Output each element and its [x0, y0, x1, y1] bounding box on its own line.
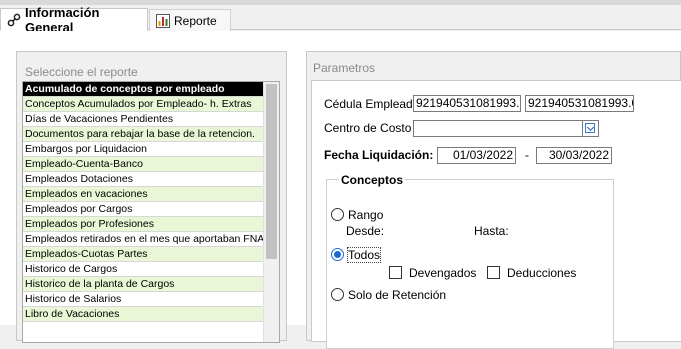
list-item[interactable]: Historico de Cargos — [23, 262, 264, 277]
cedula-label: Cédula Empleado: — [324, 97, 423, 111]
list-item[interactable]: Empleados Dotaciones — [23, 172, 264, 187]
list-item[interactable]: Conceptos Acumulados por Empleado- h. Ex… — [23, 97, 264, 112]
deducciones-checkbox[interactable] — [487, 266, 500, 279]
cedula-to-field[interactable]: 921940531081993.0 — [525, 95, 634, 112]
conceptos-group: Conceptos Rango Desde: Hasta: Todos Deve… — [326, 173, 614, 349]
list-item[interactable]: Historico de Salarios — [23, 292, 264, 307]
bar-chart-icon — [156, 13, 170, 28]
devengados-label[interactable]: Devengados — [409, 266, 476, 280]
list-item[interactable]: Embargos por Liquidacion — [23, 142, 264, 157]
tab-bar: Información General Reporte — [0, 5, 681, 35]
network-icon — [7, 13, 21, 27]
cedula-from-field[interactable]: 921940531081993.0 — [413, 95, 521, 112]
rango-radio[interactable] — [331, 208, 344, 221]
report-list-scrollbar[interactable] — [263, 82, 279, 342]
dropdown-button[interactable] — [582, 121, 598, 136]
todos-label[interactable]: Todos — [346, 247, 382, 263]
solo-retencion-radio[interactable] — [331, 288, 344, 301]
list-item[interactable]: Empleado-Cuenta-Banco — [23, 157, 264, 172]
chevron-down-icon — [585, 123, 595, 133]
tab-content: Seleccione el reporte Acumulado de conce… — [0, 31, 681, 349]
list-item[interactable]: Acumulado de conceptos por empleado — [23, 82, 264, 97]
report-selector-panel: Seleccione el reporte Acumulado de conce… — [16, 51, 287, 343]
devengados-checkbox[interactable] — [389, 266, 402, 279]
report-selector-title: Seleccione el reporte — [25, 65, 138, 79]
rango-label[interactable]: Rango — [348, 208, 383, 222]
list-item[interactable]: Historico de la planta de Cargos — [23, 277, 264, 292]
todos-radio[interactable] — [331, 248, 344, 261]
list-item[interactable]: Empleados retirados en el mes que aporta… — [23, 232, 264, 247]
list-item[interactable]: Días de Vacaciones Pendientes — [23, 112, 264, 127]
tab-informacion-general[interactable]: Información General — [0, 5, 148, 35]
fecha-separator: - — [525, 148, 529, 162]
deducciones-label[interactable]: Deducciones — [507, 266, 576, 280]
desde-label: Desde: — [346, 224, 385, 238]
tab-label: Reporte — [174, 13, 217, 28]
list-item[interactable]: Empleados-Cuotas Partes — [23, 247, 264, 262]
hasta-label: Hasta: — [474, 224, 509, 238]
tab-reporte[interactable]: Reporte — [149, 9, 231, 31]
centro-costo-combo[interactable] — [413, 120, 599, 137]
list-item[interactable]: Empleados por Profesiones — [23, 217, 264, 232]
fecha-liquidacion-label: Fecha Liquidación: — [324, 148, 434, 162]
tab-label: Información General — [25, 4, 100, 35]
conceptos-title: Conceptos — [339, 173, 406, 187]
fecha-from-field[interactable]: 01/03/2022 — [437, 147, 516, 164]
fecha-to-field[interactable]: 30/03/2022 — [536, 147, 612, 164]
parameters-panel: Parametros Cédula Empleado: 921940531081… — [306, 51, 681, 349]
report-list-items: Acumulado de conceptos por empleado Conce… — [23, 82, 264, 322]
parameters-title: Parametros — [313, 61, 376, 75]
list-item[interactable]: Empleados en vacaciones — [23, 187, 264, 202]
report-list[interactable]: Acumulado de conceptos por empleado Conce… — [22, 81, 280, 343]
list-item[interactable]: Documentos para rebajar la base de la re… — [23, 127, 264, 142]
list-item[interactable]: Libro de Vacaciones — [23, 307, 264, 322]
solo-retencion-label[interactable]: Solo de Retención — [348, 288, 446, 302]
scrollbar-thumb[interactable] — [266, 84, 277, 259]
centro-costo-label: Centro de Costo : — [324, 121, 419, 135]
parameters-body: Cédula Empleado: 921940531081993.0 92194… — [311, 80, 681, 349]
list-item[interactable]: Empleados por Cargos — [23, 202, 264, 217]
